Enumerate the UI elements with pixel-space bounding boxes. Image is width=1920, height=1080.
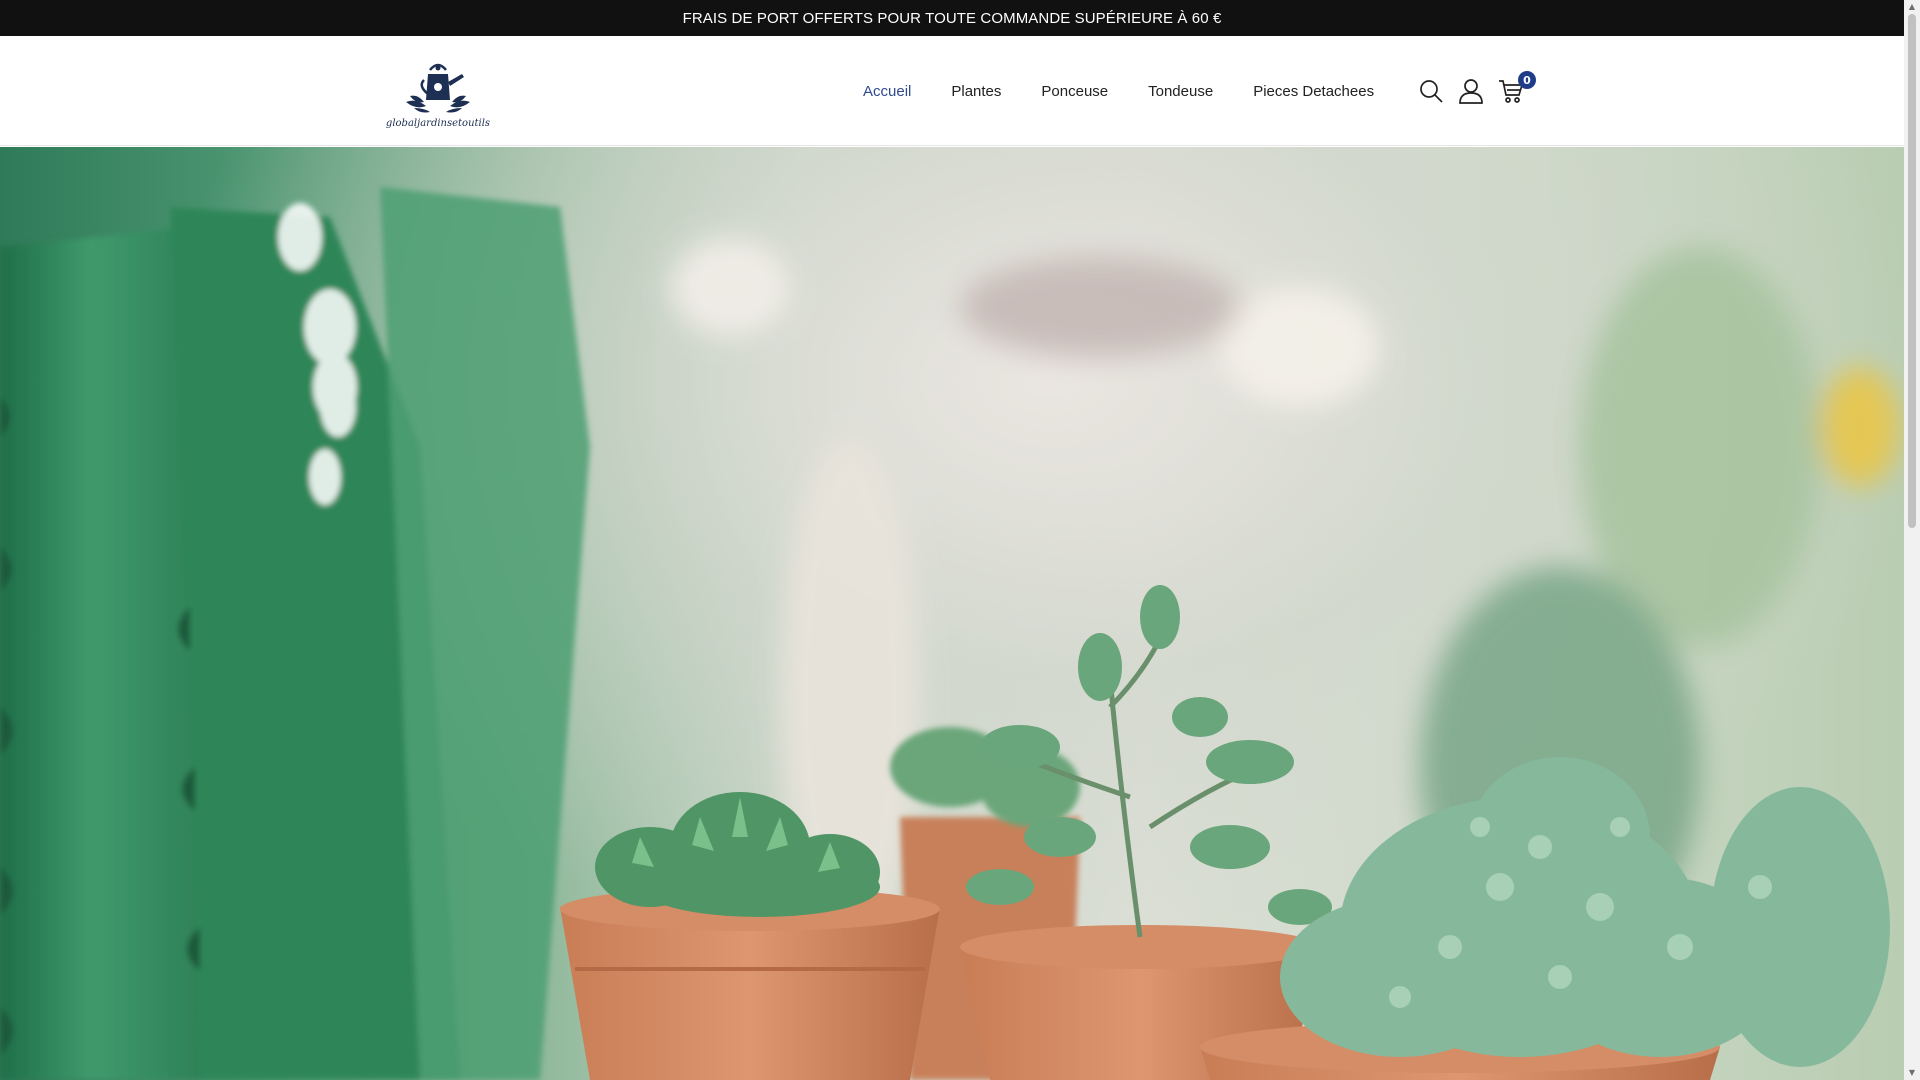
nav-item-pieces-detachees[interactable]: Pieces Detachees (1253, 83, 1374, 100)
page-scrollbar[interactable]: ▲ ▼ (1904, 0, 1920, 1080)
account-button[interactable] (1458, 77, 1484, 105)
scroll-up-arrow-icon[interactable]: ▲ (1907, 2, 1917, 12)
announcement-text: FRAIS DE PORT OFFERTS POUR TOUTE COMMAND… (682, 9, 1222, 27)
site-header: globaljardinsetoutils Accueil Plantes Po… (0, 36, 1904, 146)
user-icon (1459, 79, 1483, 104)
scrollbar-thumb[interactable] (1908, 14, 1916, 528)
nav-item-ponceuse[interactable]: Ponceuse (1041, 83, 1108, 100)
watering-can-logo-icon (406, 63, 470, 113)
header-icons: 0 (1418, 36, 1536, 146)
search-button[interactable] (1418, 77, 1444, 105)
nav-item-tondeuse[interactable]: Tondeuse (1148, 83, 1213, 100)
cart-count-badge: 0 (1518, 71, 1536, 89)
main-nav: Accueil Plantes Ponceuse Tondeuse Pieces… (863, 36, 1374, 146)
hero-banner (0, 147, 1904, 1080)
scroll-down-arrow-icon[interactable]: ▼ (1907, 1068, 1917, 1078)
announcement-bar: FRAIS DE PORT OFFERTS POUR TOUTE COMMAND… (0, 0, 1904, 36)
search-icon (1420, 80, 1443, 103)
nav-item-plantes[interactable]: Plantes (951, 83, 1001, 100)
cart-button[interactable]: 0 (1498, 71, 1536, 105)
hero-image-succulents (0, 187, 1900, 1080)
logo-text: globaljardinsetoutils (385, 118, 491, 129)
site-logo[interactable]: globaljardinsetoutils (383, 60, 493, 140)
nav-item-accueil[interactable]: Accueil (863, 83, 911, 100)
